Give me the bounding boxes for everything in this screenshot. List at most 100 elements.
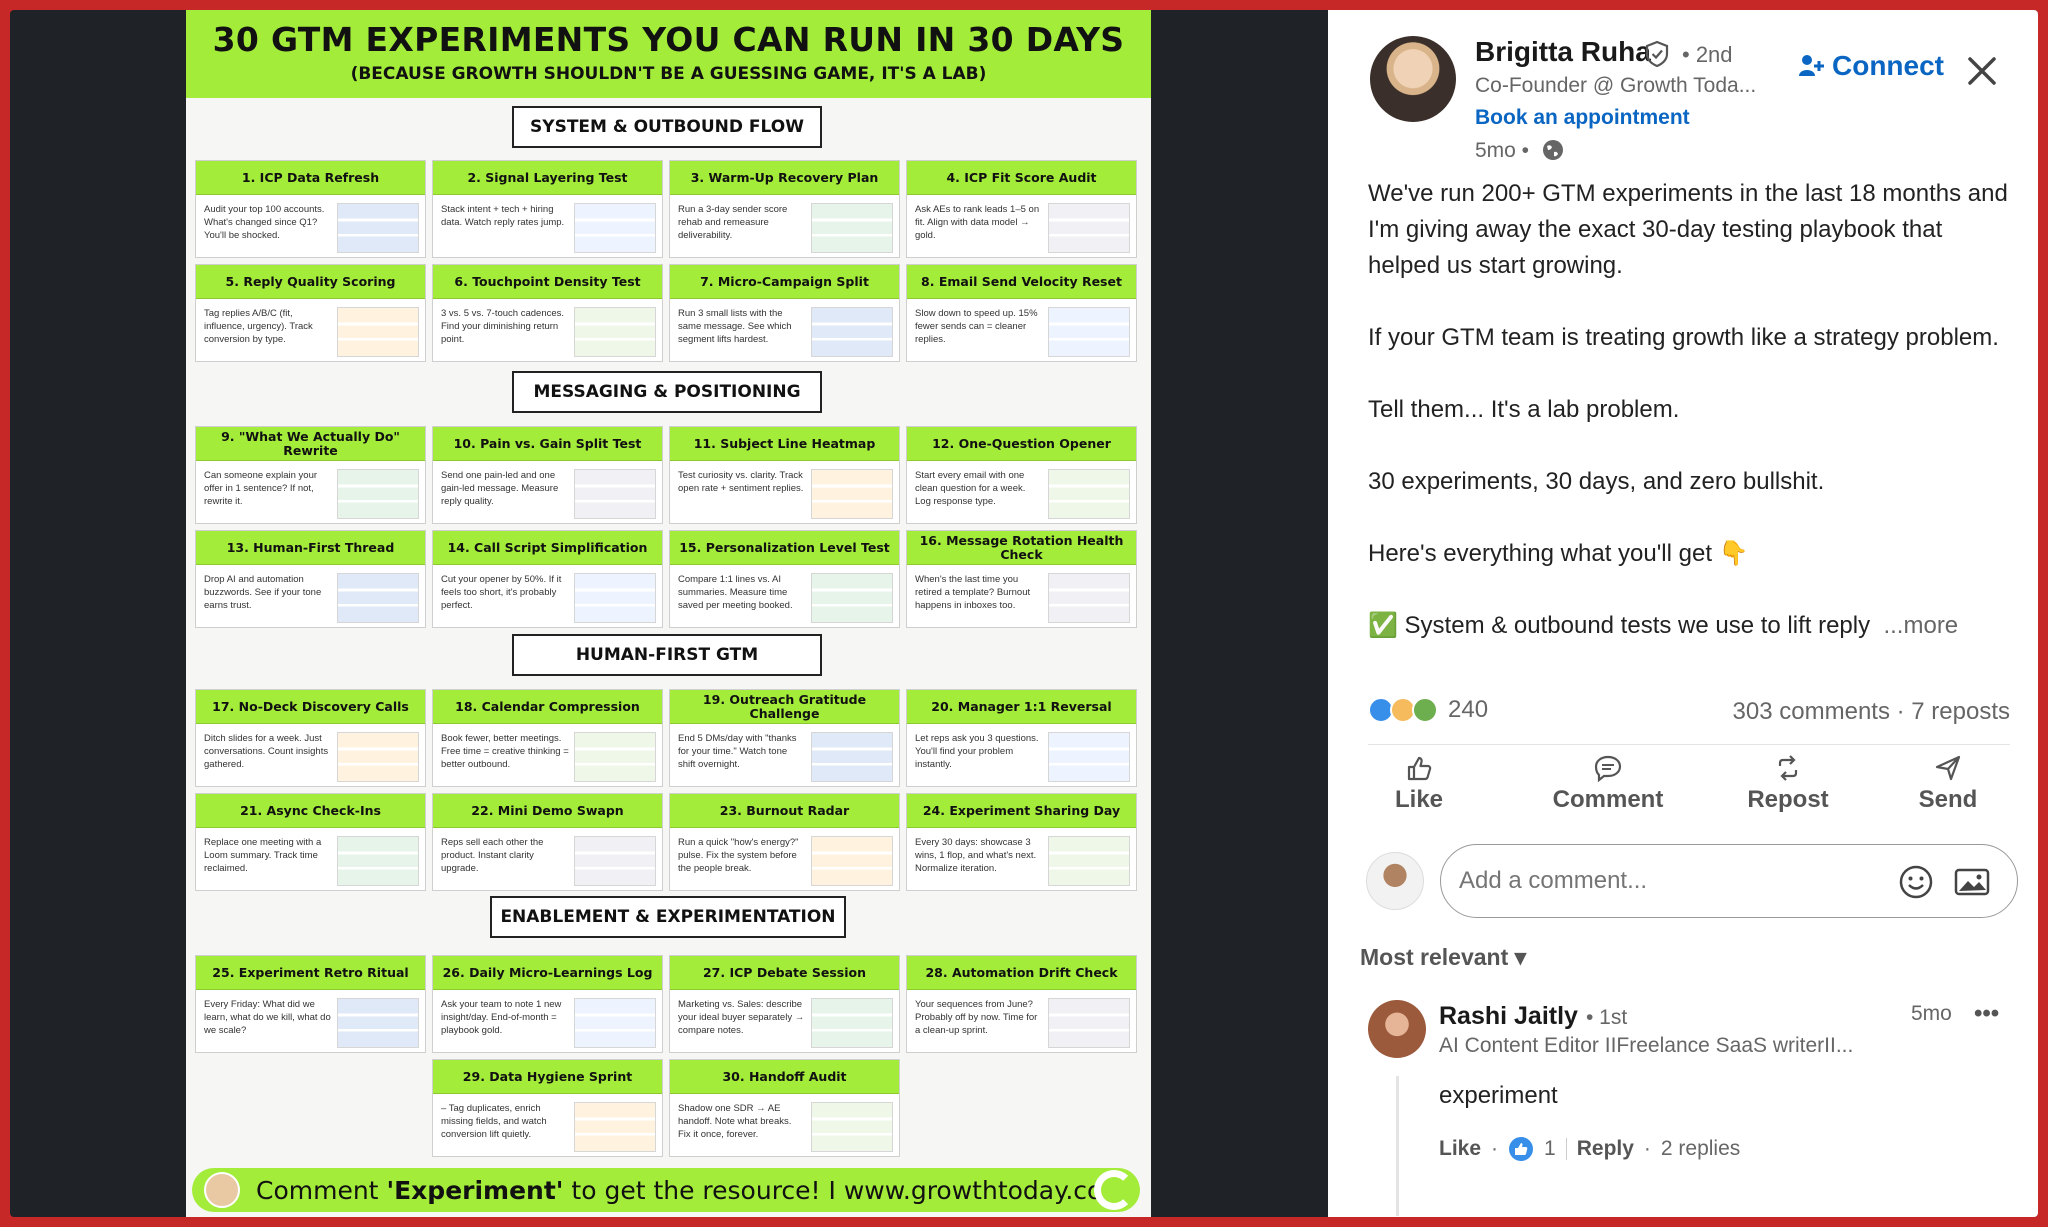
comment-like-button[interactable]: Like: [1439, 1137, 1481, 1161]
infographic-image[interactable]: 30 GTM EXPERIMENTS YOU CAN RUN IN 30 DAY…: [186, 10, 1151, 1217]
comment-box[interactable]: [1440, 844, 2018, 918]
experiment-card: 10. Pain vs. Gain Split Test Send one pai…: [432, 426, 663, 524]
author-name[interactable]: Brigitta Ruha: [1475, 36, 1651, 68]
comment-button[interactable]: Comment: [1538, 754, 1678, 814]
experiment-card: 14. Call Script Simplification Cut your o…: [432, 530, 663, 628]
experiment-title: 21. Async Check-Ins: [196, 794, 425, 828]
experiment-thumbnail: [337, 732, 419, 782]
experiment-thumbnail: [337, 836, 419, 886]
experiment-description: Your sequences from June? Probably off b…: [915, 999, 1038, 1036]
repost-button[interactable]: Repost: [1736, 754, 1840, 814]
experiment-card: 20. Manager 1:1 Reversal Let reps ask you…: [906, 689, 1137, 787]
post-stats[interactable]: 303 comments · 7 reposts: [1733, 698, 2010, 726]
comment-actions: Like · 1 Reply · 2 replies: [1439, 1136, 1740, 1162]
experiment-card: 4. ICP Fit Score Audit Ask AEs to rank le…: [906, 160, 1137, 258]
support-reaction-icon: [1412, 697, 1438, 723]
experiment-title: 1. ICP Data Refresh: [196, 161, 425, 195]
experiment-description: Ditch slides for a week. Just conversati…: [204, 733, 329, 770]
poster-subtitle: (BECAUSE GROWTH SHOULDN'T BE A GUESSING …: [350, 64, 987, 84]
experiment-description: Start every email with one clean questio…: [915, 470, 1026, 507]
experiment-card: 13. Human-First Thread Drop AI and automa…: [195, 530, 426, 628]
reactions-summary[interactable]: 240: [1368, 696, 1488, 724]
experiment-card: 25. Experiment Retro Ritual Every Friday:…: [195, 955, 426, 1053]
experiment-title: 8. Email Send Velocity Reset: [907, 265, 1136, 299]
experiment-thumbnail: [811, 203, 893, 253]
experiment-title: 24. Experiment Sharing Day: [907, 794, 1136, 828]
image-icon[interactable]: [1953, 863, 1991, 901]
experiment-description: Drop AI and automation buzzwords. See if…: [204, 574, 322, 611]
see-more-link[interactable]: ...more: [1883, 612, 1958, 639]
experiment-title: 13. Human-First Thread: [196, 531, 425, 565]
experiment-title: 7. Micro-Campaign Split: [670, 265, 899, 299]
experiment-card: 15. Personalization Level Test Compare 1:…: [669, 530, 900, 628]
experiment-title: 29. Data Hygiene Sprint: [433, 1060, 662, 1094]
experiment-title: 27. ICP Debate Session: [670, 956, 899, 990]
section-human-first: HUMAN-FIRST GTM: [512, 634, 822, 676]
comment-more-icon[interactable]: •••: [1974, 1000, 1999, 1028]
experiment-card: 16. Message Rotation Health Check When's …: [906, 530, 1137, 628]
experiment-thumbnail: [574, 469, 656, 519]
current-user-avatar: [1366, 852, 1424, 910]
poster-title: 30 GTM EXPERIMENTS YOU CAN RUN IN 30 DAY…: [212, 20, 1125, 59]
experiment-thumbnail: [1048, 307, 1130, 357]
commenter-avatar[interactable]: [1368, 1000, 1426, 1058]
experiment-description: 3 vs. 5 vs. 7-touch cadences. Find your …: [441, 308, 565, 345]
experiment-title: 14. Call Script Simplification: [433, 531, 662, 565]
section-messaging: MESSAGING & POSITIONING: [512, 371, 822, 413]
experiment-description: Send one pain-led and one gain-led messa…: [441, 470, 559, 507]
close-icon[interactable]: [1965, 54, 1999, 88]
emoji-icon[interactable]: [1897, 863, 1935, 901]
experiment-title: 11. Subject Line Heatmap: [670, 427, 899, 461]
post-body: We've run 200+ GTM experiments in the la…: [1368, 176, 2018, 644]
verified-shield-icon: [1645, 40, 1669, 68]
experiment-title: 2. Signal Layering Test: [433, 161, 662, 195]
experiment-card: 9. "What We Actually Do" Rewrite Can some…: [195, 426, 426, 524]
post-paragraph: Tell them... It's a lab problem.: [1368, 396, 1680, 423]
experiment-title: 28. Automation Drift Check: [907, 956, 1136, 990]
experiment-card: 23. Burnout Radar Run a quick "how's ener…: [669, 793, 900, 891]
connect-label: Connect: [1832, 50, 1944, 81]
experiment-card: 18. Calendar Compression Book fewer, bett…: [432, 689, 663, 787]
section-enablement: ENABLEMENT & EXPERIMENTATION: [490, 896, 846, 938]
experiment-card: 21. Async Check-Ins Replace one meeting w…: [195, 793, 426, 891]
experiment-card: 2. Signal Layering Test Stack intent + te…: [432, 160, 663, 258]
like-button[interactable]: Like: [1374, 754, 1464, 814]
book-appointment-link[interactable]: Book an appointment: [1475, 106, 1690, 130]
comment-reply-button[interactable]: Reply: [1577, 1137, 1634, 1161]
experiment-title: 26. Daily Micro-Learnings Log: [433, 956, 662, 990]
experiment-thumbnail: [574, 203, 656, 253]
experiment-thumbnail: [811, 998, 893, 1048]
connect-button[interactable]: Connect: [1798, 50, 1944, 82]
sort-dropdown[interactable]: Most relevant ▾: [1360, 944, 1526, 971]
experiment-description: Test curiosity vs. clarity. Track open r…: [678, 470, 804, 494]
experiment-thumbnail: [811, 307, 893, 357]
experiment-card: 19. Outreach Gratitude Challenge End 5 DM…: [669, 689, 900, 787]
experiment-thumbnail: [1048, 998, 1130, 1048]
experiment-description: Book fewer, better meetings. Free time =…: [441, 733, 569, 770]
add-person-icon: [1799, 55, 1824, 76]
commenter-headline: AI Content Editor IIFreelance SaaS write…: [1439, 1034, 1854, 1057]
send-label: Send: [1918, 786, 1978, 813]
experiment-thumbnail: [337, 307, 419, 357]
experiment-title: 19. Outreach Gratitude Challenge: [670, 690, 899, 724]
experiment-description: Cut your opener by 50%. If it feels too …: [441, 574, 562, 611]
commenter-name[interactable]: Rashi Jaitly: [1439, 1002, 1578, 1031]
experiment-card: 27. ICP Debate Session Marketing vs. Sale…: [669, 955, 900, 1053]
experiment-description: Every 30 days: showcase 3 wins, 1 flop, …: [915, 837, 1037, 874]
experiment-card: 24. Experiment Sharing Day Every 30 days:…: [906, 793, 1137, 891]
replies-link[interactable]: 2 replies: [1661, 1137, 1740, 1161]
growth-today-logo-icon: [1094, 1170, 1134, 1210]
send-button[interactable]: Send: [1906, 754, 1990, 814]
experiment-thumbnail: [1048, 836, 1130, 886]
poster-header: 30 GTM EXPERIMENTS YOU CAN RUN IN 30 DAY…: [186, 10, 1151, 98]
experiment-title: 10. Pain vs. Gain Split Test: [433, 427, 662, 461]
experiment-description: Can someone explain your offer in 1 sent…: [204, 470, 318, 507]
author-headline: Co-Founder @ Growth Toda...: [1475, 74, 1757, 97]
author-avatar[interactable]: [1370, 36, 1456, 122]
footer-text: Comment 'Experiment' to get the resource…: [256, 1176, 1103, 1205]
section-system-outbound: SYSTEM & OUTBOUND FLOW: [512, 106, 822, 148]
post-panel: Brigitta Ruha • 2nd Co-Founder @ Growth …: [1328, 10, 2038, 1217]
comment-time: 5mo: [1911, 1002, 1952, 1025]
comment-input[interactable]: [1459, 867, 1859, 895]
post-paragraph: Here's everything what you'll get 👇: [1368, 540, 1749, 567]
